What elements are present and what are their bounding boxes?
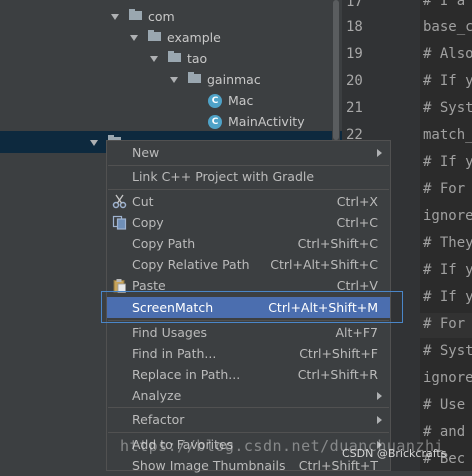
- menu-item-label: Refactor: [132, 412, 185, 427]
- menu-item-shortcut: Ctrl+Shift+R: [297, 367, 378, 382]
- expand-arrow-icon[interactable]: [90, 139, 98, 146]
- menu-item-cut[interactable]: Cut Ctrl+X: [107, 191, 390, 212]
- menu-item-label: Copy Relative Path: [132, 257, 250, 272]
- menu-item-shortcut: Ctrl+Shift+F: [299, 346, 378, 361]
- code-line: # If y: [423, 73, 472, 89]
- tree-item-example[interactable]: example: [130, 27, 221, 48]
- folder-icon: [129, 9, 142, 20]
- code-line: # Syst: [423, 343, 472, 359]
- tree-item-label: tao: [187, 51, 208, 66]
- menu-item-label: Find in Path...: [132, 346, 217, 361]
- expand-arrow-icon[interactable]: [170, 76, 178, 83]
- line-number: 17: [346, 0, 363, 10]
- menu-item-new[interactable]: New: [107, 142, 390, 163]
- expand-arrow-icon[interactable]: [150, 55, 158, 62]
- menu-item-copy[interactable]: Copy Ctrl+C: [107, 212, 390, 233]
- tree-item-label: MainActivity: [228, 114, 305, 129]
- menu-item-find-in-path[interactable]: Find in Path... Ctrl+Shift+F: [107, 343, 390, 364]
- submenu-arrow-icon: [377, 415, 382, 424]
- tree-item-gainmac[interactable]: gainmac: [170, 69, 261, 90]
- tree-item-mac[interactable]: C Mac: [208, 90, 253, 111]
- submenu-arrow-icon: [377, 391, 382, 400]
- code-line: match_: [423, 127, 472, 143]
- menu-item-label: Cut: [132, 194, 154, 209]
- line-number: 20: [346, 73, 363, 89]
- tree-item-com[interactable]: com: [111, 6, 175, 27]
- tree-item-label: example: [167, 30, 221, 45]
- menu-item-label: Copy: [132, 215, 164, 230]
- menu-item-refactor[interactable]: Refactor: [107, 409, 390, 430]
- tree-item-label: Mac: [228, 93, 254, 108]
- menu-separator: [108, 407, 389, 408]
- code-line: ignore: [423, 208, 472, 224]
- menu-item-shortcut: Ctrl+X: [336, 194, 378, 209]
- expand-arrow-icon[interactable]: [111, 13, 119, 20]
- scrollbar-thumb[interactable]: [333, 0, 339, 140]
- menu-item-label: Analyze: [132, 388, 182, 403]
- menu-item-shortcut: Alt+F7: [335, 325, 378, 340]
- folder-icon: [168, 51, 181, 62]
- copy-icon: [112, 215, 127, 230]
- line-number: 19: [346, 46, 363, 62]
- annotation-highlight-box: [101, 291, 403, 323]
- submenu-arrow-icon: [377, 148, 382, 157]
- menu-item-label: New: [132, 145, 160, 160]
- code-line: # If y: [423, 262, 472, 278]
- expand-arrow-icon[interactable]: [130, 34, 138, 41]
- line-number: 18: [346, 19, 363, 35]
- menu-item-label: Link C++ Project with Gradle: [132, 169, 315, 184]
- code-line: # Also: [423, 46, 472, 62]
- menu-item-analyze[interactable]: Analyze: [107, 385, 390, 406]
- csdn-credit: CSDN @Brickcrafts: [342, 447, 447, 460]
- menu-separator: [108, 189, 389, 190]
- tree-item-label: gainmac: [207, 72, 261, 87]
- menu-item-shortcut: Ctrl+C: [336, 215, 378, 230]
- menu-item-link-cpp[interactable]: Link C++ Project with Gradle: [107, 166, 390, 187]
- menu-item-copy-path[interactable]: Copy Path Ctrl+Shift+C: [107, 233, 390, 254]
- folder-icon: [188, 72, 201, 83]
- tree-item-mainactivity[interactable]: C MainActivity: [208, 111, 305, 132]
- code-line: # For: [423, 316, 466, 332]
- menu-item-label: Replace in Path...: [132, 367, 241, 382]
- code-line: base_c: [423, 19, 472, 35]
- scissors-icon: [112, 194, 127, 209]
- tree-item-tao[interactable]: tao: [150, 48, 207, 69]
- folder-icon: [148, 30, 161, 41]
- menu-item-shortcut: Ctrl+Shift+C: [297, 236, 378, 251]
- menu-item-label: Copy Path: [132, 236, 196, 251]
- class-icon: C: [208, 93, 222, 108]
- class-icon: C: [208, 114, 222, 129]
- menu-separator: [108, 432, 389, 433]
- menu-item-shortcut: Ctrl+Alt+Shift+C: [270, 257, 378, 272]
- code-line: # Use: [423, 397, 466, 413]
- code-line: # Syst: [423, 100, 472, 116]
- code-line: # I a: [423, 0, 466, 9]
- menu-item-find-usages[interactable]: Find Usages Alt+F7: [107, 322, 390, 343]
- code-line: # For: [423, 181, 466, 197]
- menu-item-label: Find Usages: [132, 325, 208, 340]
- line-number: 21: [346, 100, 363, 116]
- code-line: # If y: [423, 289, 472, 305]
- menu-item-replace-in-path[interactable]: Replace in Path... Ctrl+Shift+R: [107, 364, 390, 385]
- code-line: # They: [423, 235, 472, 251]
- code-line: ignore: [423, 370, 472, 386]
- tree-item-label: com: [148, 9, 175, 24]
- code-line: # If y: [423, 154, 472, 170]
- menu-item-copy-relative-path[interactable]: Copy Relative Path Ctrl+Alt+Shift+C: [107, 254, 390, 275]
